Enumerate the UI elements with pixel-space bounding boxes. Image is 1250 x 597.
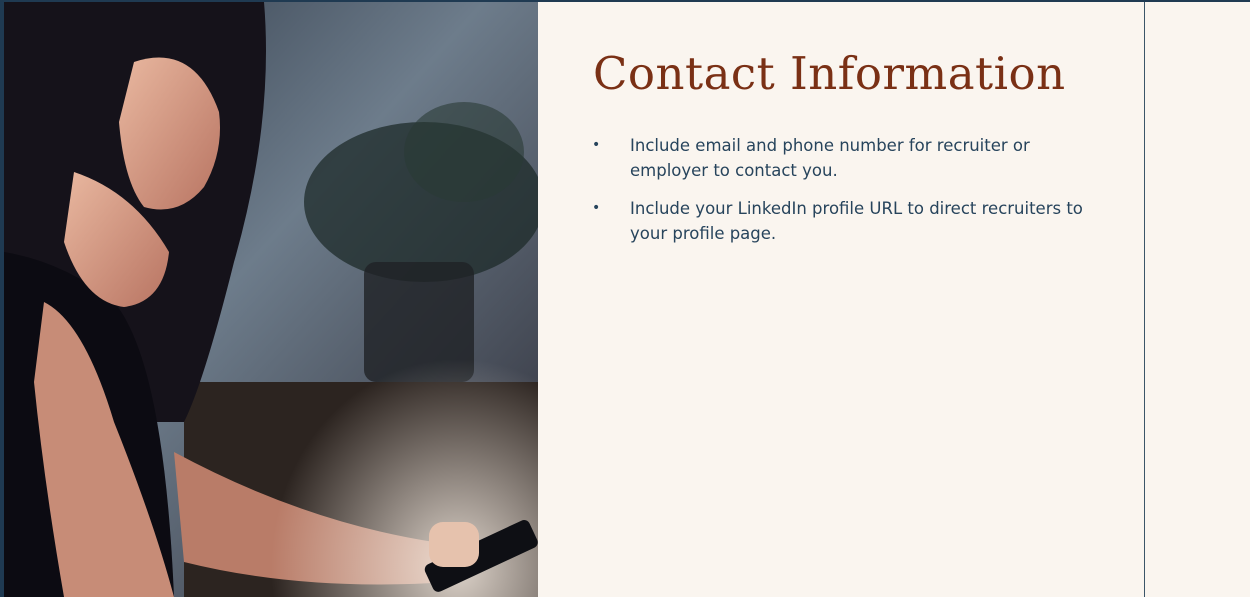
- content-panel: Contact Information • Include email and …: [538, 2, 1144, 597]
- slide: Contact Information • Include email and …: [0, 0, 1250, 597]
- bullet-list: • Include email and phone number for rec…: [592, 133, 1092, 259]
- bullet-item: • Include email and phone number for rec…: [592, 133, 1092, 183]
- woman-with-phone-image: [4, 2, 538, 597]
- slide-photo: [4, 2, 538, 597]
- slide-title: Contact Information: [593, 47, 1066, 100]
- bullet-marker: •: [592, 137, 601, 153]
- bullet-marker: •: [592, 200, 601, 216]
- side-margin: [1145, 2, 1250, 597]
- bullet-item: • Include your LinkedIn profile URL to d…: [592, 196, 1092, 246]
- bullet-text: Include your LinkedIn profile URL to dir…: [630, 199, 1083, 243]
- bullet-text: Include email and phone number for recru…: [630, 136, 1030, 180]
